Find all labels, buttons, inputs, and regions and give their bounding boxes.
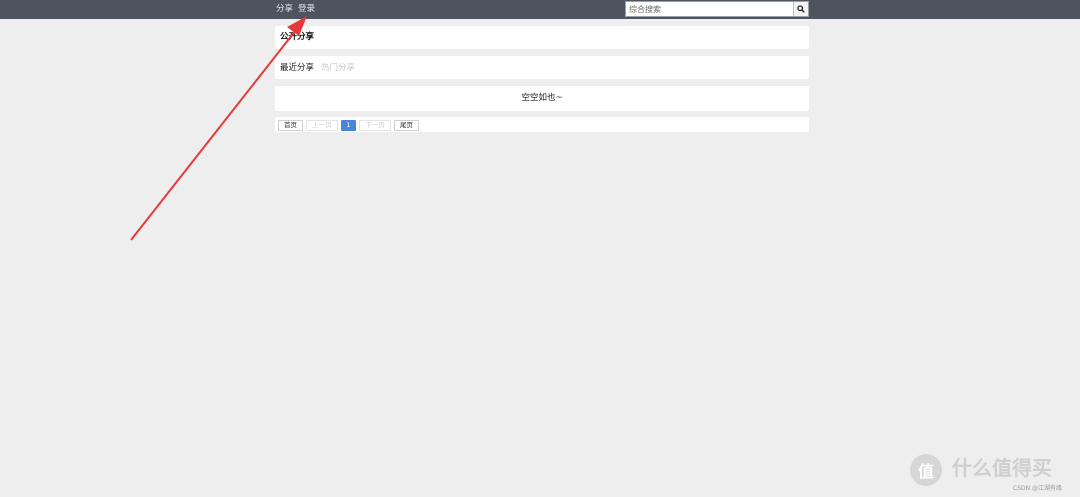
watermark-logo-glyph: 值 — [917, 462, 934, 481]
top-navbar: 分享 登录 — [0, 0, 1080, 19]
page-title: 公开分享 — [280, 32, 315, 42]
next-page-button[interactable]: 下一页 — [359, 120, 391, 131]
first-page-button[interactable]: 首页 — [278, 120, 303, 131]
watermark-credit: CSDN @江湖有缘 — [1013, 485, 1063, 492]
annotation-arrow-line — [130, 29, 297, 241]
watermark: 值 什么值得买 CSDN @江湖有缘 — [910, 454, 1074, 492]
watermark-brand: 什么值得买 — [952, 456, 1052, 480]
tab-hot-shares[interactable]: 热门分享 — [321, 63, 355, 74]
share-list-panel: 空空如也~ — [275, 86, 809, 111]
pagination: 首页 上一页 1 下一页 尾页 — [275, 117, 809, 132]
last-page-button[interactable]: 尾页 — [394, 120, 419, 131]
section-title-panel: 公开分享 — [275, 26, 809, 49]
search-icon — [797, 5, 805, 13]
prev-page-button[interactable]: 上一页 — [306, 120, 338, 131]
current-page-button[interactable]: 1 — [341, 120, 356, 131]
tab-bar: 最近分享 热门分享 — [275, 56, 809, 79]
empty-state-message: 空空如也~ — [521, 93, 563, 103]
search-button[interactable] — [793, 2, 808, 16]
nav-login-link[interactable]: 登录 — [298, 3, 315, 15]
tab-recent-shares[interactable]: 最近分享 — [280, 63, 314, 74]
nav-share-link[interactable]: 分享 — [276, 3, 293, 15]
watermark-logo: 值 — [910, 454, 942, 486]
search-box — [625, 1, 809, 17]
search-input[interactable] — [626, 2, 793, 16]
